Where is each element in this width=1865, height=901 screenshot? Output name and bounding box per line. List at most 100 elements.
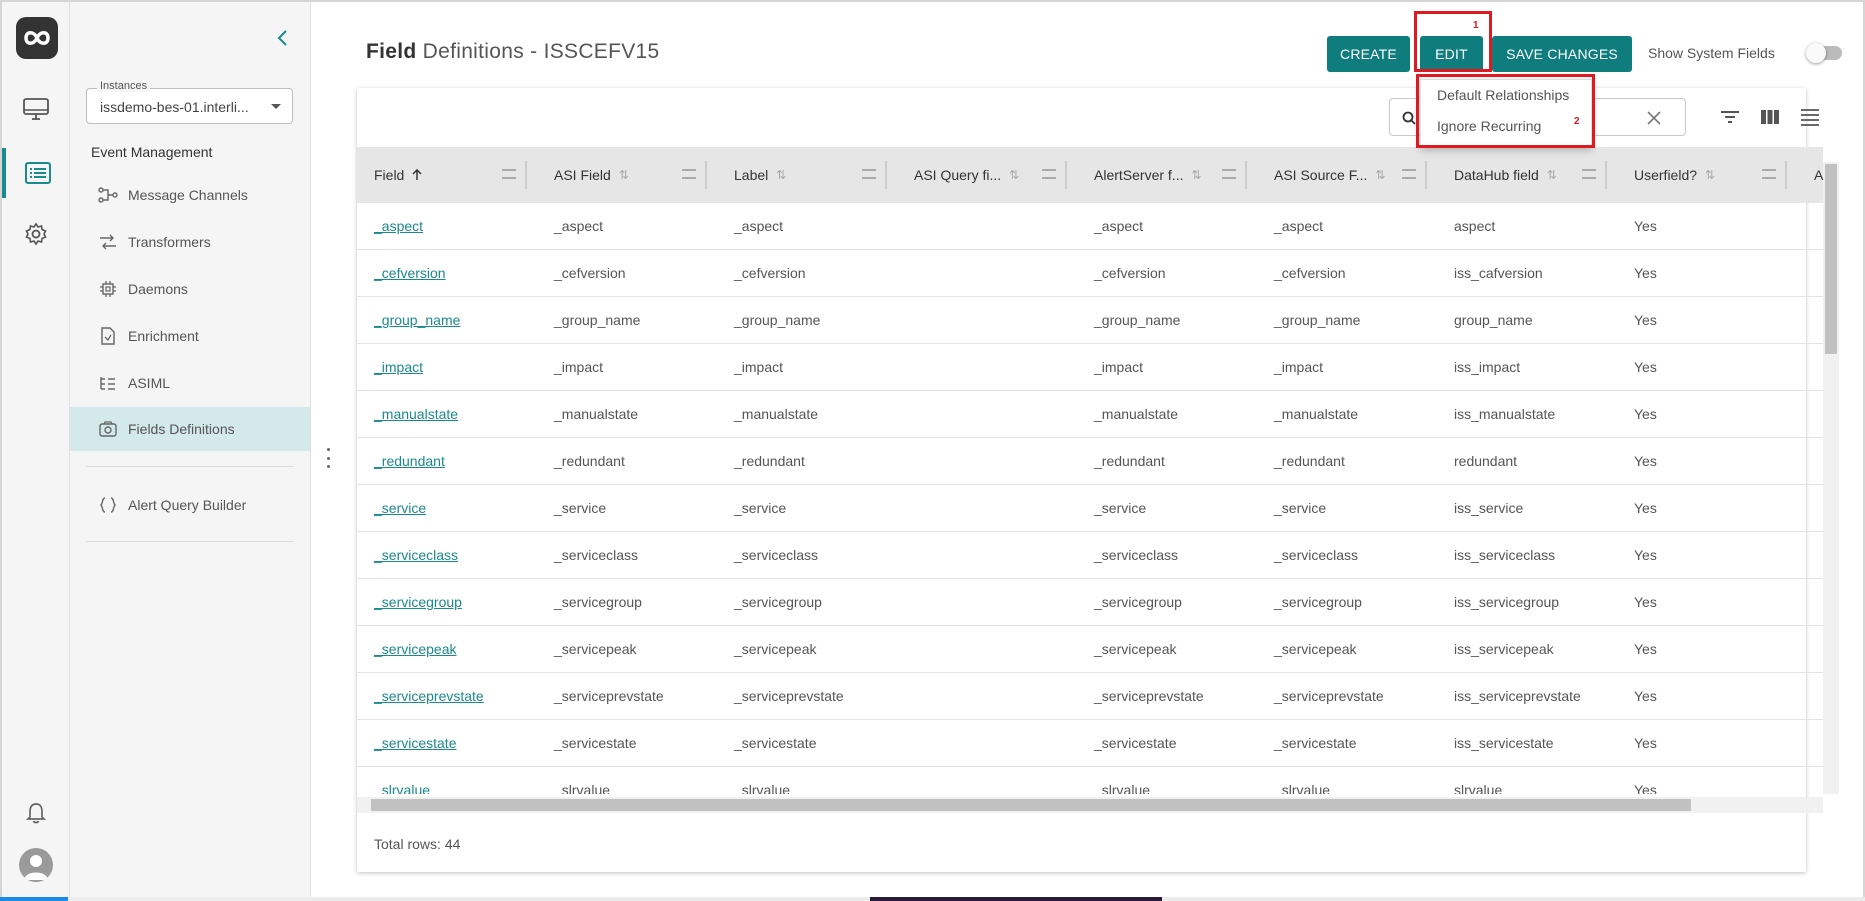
sidebar-item-fields-definitions[interactable]: Fields Definitions: [70, 407, 310, 451]
sidebar-item-enrichment[interactable]: Enrichment: [70, 314, 310, 358]
table-row[interactable]: _servicestate _servicestate _servicestate _…: [357, 720, 1823, 767]
table-row[interactable]: _redundant _redundant _redundant _redundant…: [357, 438, 1823, 485]
column-menu-icon[interactable]: [1582, 147, 1602, 203]
cell-alertserver-field: _group_name: [1094, 312, 1181, 328]
column-header-asi-field[interactable]: ASI Field ⇅: [554, 147, 629, 203]
vertical-scrollbar[interactable]: [1823, 162, 1839, 794]
column-menu-icon[interactable]: [1762, 147, 1782, 203]
cell-label: _service: [734, 500, 787, 516]
user-avatar-icon[interactable]: [19, 848, 53, 882]
cell-userfield: Yes: [1634, 641, 1657, 657]
table-row[interactable]: _impact _impact _impact _impact _impact iss_i…: [357, 344, 1823, 391]
column-header-label-col[interactable]: Label ⇅: [734, 147, 786, 203]
column-menu-icon[interactable]: [502, 147, 522, 203]
instances-select[interactable]: Instances issdemo-bes-01.interli...: [86, 80, 293, 124]
sidebar-item-asiml[interactable]: ASIML: [70, 361, 310, 405]
table-row[interactable]: _aspect _aspect _aspect _aspect _aspect aspec…: [357, 203, 1823, 250]
table-row[interactable]: _group_name _group_name _group_name _group_…: [357, 297, 1823, 344]
table-row[interactable]: _servicepeak _servicepeak _servicepeak _ser…: [357, 626, 1823, 673]
taskbar-accent: [0, 897, 68, 901]
cell-asi-field: _servicegroup: [554, 594, 642, 610]
cell-userfield: Yes: [1634, 594, 1657, 610]
column-header-field[interactable]: Field: [374, 147, 422, 203]
sort-icon: ⇅: [1191, 168, 1202, 182]
logo-icon[interactable]: [16, 17, 58, 59]
cell-field[interactable]: _servicegroup: [374, 594, 462, 610]
cell-field[interactable]: _serviceclass: [374, 547, 458, 563]
cell-userfield: Yes: [1634, 547, 1657, 563]
sidebar: Instances issdemo-bes-01.interli... Even…: [70, 2, 311, 899]
cell-field[interactable]: _group_name: [374, 312, 460, 328]
horizontal-scrollbar[interactable]: [357, 797, 1823, 813]
cell-alertserver-field: _aspect: [1094, 218, 1144, 234]
collapse-sidebar-button[interactable]: [270, 26, 294, 50]
cell-asi-source-field: _servicepeak: [1274, 641, 1357, 657]
cell-field[interactable]: _servicestate: [374, 735, 456, 751]
columns-icon[interactable]: [1756, 104, 1784, 130]
sidebar-divider: [86, 466, 293, 467]
column-header-alertserver-field[interactable]: AlertServer f... ⇅: [1094, 147, 1202, 203]
cell-field[interactable]: _redundant: [374, 453, 445, 469]
cell-field[interactable]: _slrvalue: [374, 782, 430, 794]
cell-field[interactable]: _servicepeak: [374, 641, 457, 657]
show-system-fields-toggle[interactable]: [1806, 43, 1842, 63]
cell-field[interactable]: _manualstate: [374, 406, 458, 422]
sidebar-item-label: Daemons: [128, 281, 188, 297]
total-rows-label: Total rows:: [374, 836, 441, 852]
cell-datahub-field: redundant: [1454, 453, 1518, 469]
monitor-icon[interactable]: [2, 84, 70, 134]
cell-asi-field: _slrvalue: [554, 782, 611, 794]
bell-icon[interactable]: [2, 788, 70, 838]
table-row[interactable]: _cefversion _cefversion _cefversion _cefver…: [357, 250, 1823, 297]
page-title-rest: Definitions - ISSCEFV15: [422, 40, 660, 63]
list-icon[interactable]: [2, 148, 70, 198]
cell-field[interactable]: _serviceprevstate: [374, 688, 484, 704]
table-row[interactable]: _manualstate _manualstate _manualstate _man…: [357, 391, 1823, 438]
cell-datahub-field: iss_impact: [1454, 359, 1521, 375]
table-row[interactable]: _slrvalue _slrvalue _slrvalue _slrvalue _slr…: [357, 767, 1823, 794]
sidebar-item-label: Alert Query Builder: [128, 497, 247, 513]
column-menu-icon[interactable]: [1402, 147, 1422, 203]
cell-field[interactable]: _service: [374, 500, 426, 516]
density-icon[interactable]: [1796, 104, 1824, 130]
cell-asi-source-field: _group_name: [1274, 312, 1361, 328]
cell-asi-source-field: _manualstate: [1274, 406, 1359, 422]
table-row[interactable]: _serviceclass _serviceclass _serviceclass _…: [357, 532, 1823, 579]
instances-value: issdemo-bes-01.interli...: [100, 99, 249, 115]
instances-label: Instances: [97, 80, 151, 92]
scroll-thumb[interactable]: [1825, 164, 1837, 354]
clear-search-icon[interactable]: [1646, 110, 1662, 126]
table-row[interactable]: _service _service _service _service _service…: [357, 485, 1823, 532]
table-row[interactable]: _servicegroup _servicegroup _servicegroup _…: [357, 579, 1823, 626]
sidebar-item-label: Transformers: [128, 234, 211, 250]
column-header-next[interactable]: A: [1814, 147, 1823, 203]
column-header-asi-source-field[interactable]: ASI Source F... ⇅: [1274, 147, 1385, 203]
column-menu-icon[interactable]: [682, 147, 702, 203]
sidebar-item-transformers[interactable]: Transformers: [70, 220, 310, 264]
column-separator: [1065, 147, 1067, 203]
sidebar-item-daemons[interactable]: Daemons: [70, 267, 310, 311]
column-header-userfield[interactable]: Userfield? ⇅: [1634, 147, 1715, 203]
cell-field[interactable]: _aspect: [374, 218, 423, 234]
sidebar-item-message-channels[interactable]: Message Channels: [70, 173, 310, 217]
scroll-thumb[interactable]: [371, 799, 1691, 811]
cell-field[interactable]: _cefversion: [374, 265, 446, 281]
column-header-asi-query-field[interactable]: ASI Query fi... ⇅: [914, 147, 1019, 203]
show-system-fields-label: Show System Fields: [1648, 45, 1775, 61]
column-menu-icon[interactable]: [1042, 147, 1062, 203]
gear-icon[interactable]: [2, 209, 70, 259]
cell-alertserver-field: _servicestate: [1094, 735, 1177, 751]
cell-alertserver-field: _serviceclass: [1094, 547, 1179, 563]
sidebar-item-alert-query-builder[interactable]: Alert Query Builder: [70, 483, 310, 527]
resize-handle-icon[interactable]: [320, 448, 336, 468]
create-button[interactable]: CREATE: [1327, 36, 1410, 72]
cell-field[interactable]: _impact: [374, 359, 423, 375]
save-changes-button[interactable]: SAVE CHANGES: [1492, 36, 1632, 72]
filter-icon[interactable]: [1716, 104, 1744, 130]
column-menu-icon[interactable]: [862, 147, 882, 203]
table-row[interactable]: _serviceprevstate _serviceprevstate _servi…: [357, 673, 1823, 720]
cell-label: _servicepeak: [734, 641, 817, 657]
fields-definitions-icon: [98, 419, 118, 439]
column-menu-icon[interactable]: [1222, 147, 1242, 203]
column-header-datahub-field[interactable]: DataHub field ⇅: [1454, 147, 1557, 203]
